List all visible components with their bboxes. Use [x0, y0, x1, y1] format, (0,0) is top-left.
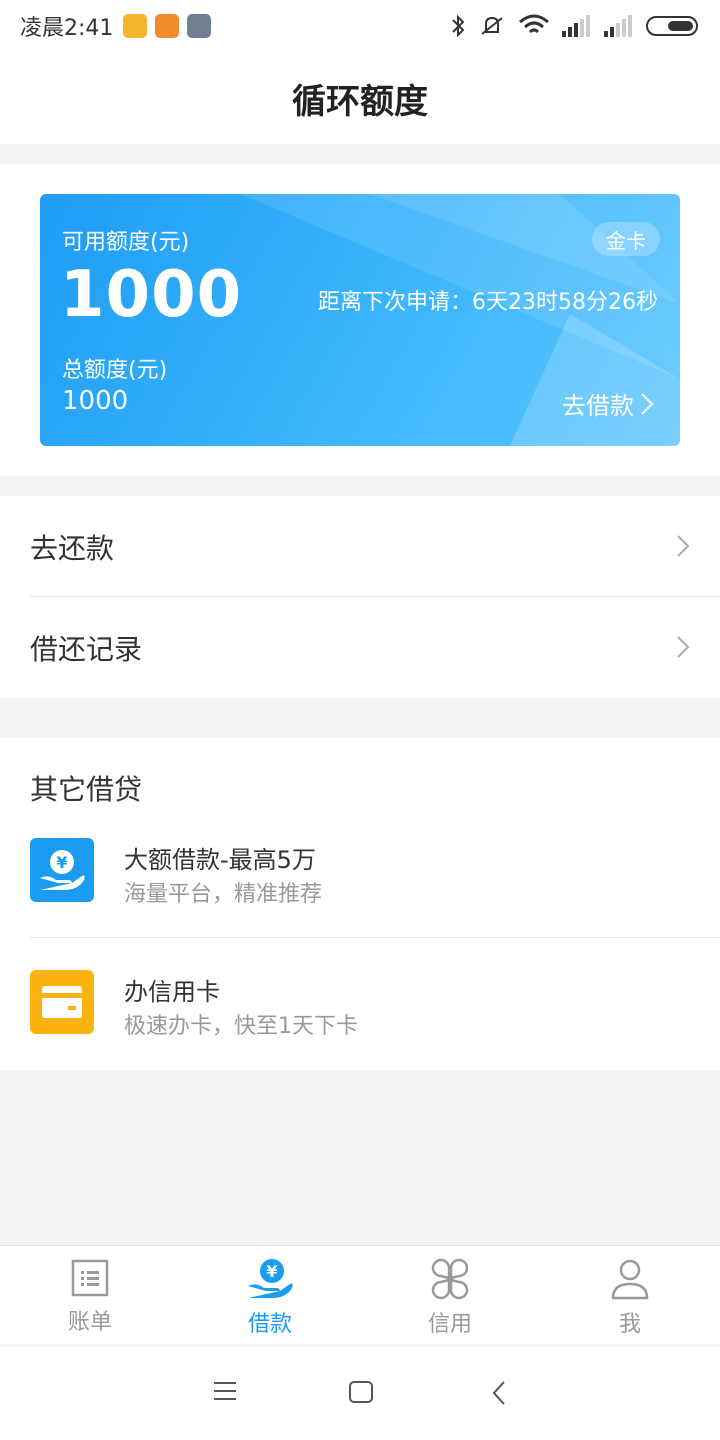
available-limit-amount: 1000: [60, 258, 243, 332]
total-limit-label: 总额度(元): [62, 358, 168, 383]
chevron-right-icon: [677, 636, 690, 658]
divider: [30, 937, 720, 938]
home-icon[interactable]: [348, 1380, 374, 1404]
mute-icon: [481, 16, 503, 35]
other-loans-section: 其它借贷 ¥ 大额借款-最高5万 海量平台，精准推荐 办信用卡 极速办卡，快至1…: [0, 738, 720, 1070]
loan-item-title: 办信用卡: [124, 978, 220, 1006]
tab-bill[interactable]: 账单: [0, 1246, 180, 1345]
bill-icon: [71, 1259, 109, 1297]
credit-grid-icon: [431, 1258, 469, 1300]
tab-me[interactable]: 我: [540, 1246, 720, 1345]
loan-item-credit-card[interactable]: 办信用卡 极速办卡，快至1天下卡: [30, 970, 720, 1070]
chevron-right-icon: [641, 392, 654, 415]
loan-item-subtitle: 海量平台，精准推荐: [124, 882, 323, 907]
menu-item-records[interactable]: 借还记录: [30, 597, 720, 698]
tab-credit[interactable]: 信用: [360, 1246, 540, 1345]
wifi-icon: [519, 14, 549, 34]
menu-list: 去还款 借还记录: [0, 496, 720, 698]
battery-icon: [646, 16, 698, 36]
app-notification-icon: [123, 14, 148, 38]
tab-label: 我: [618, 1312, 641, 1337]
title-bar: 循环额度: [0, 52, 720, 144]
svg-text:¥: ¥: [56, 853, 67, 872]
available-limit-label: 可用额度(元): [62, 230, 190, 255]
section-title: 其它借贷: [30, 773, 143, 806]
signal-icon: [562, 15, 590, 37]
tab-label: 借款: [247, 1312, 292, 1337]
page-title: 循环额度: [292, 81, 428, 122]
go-borrow-button[interactable]: 去借款: [562, 386, 654, 421]
loan-item-title: 大额借款-最高5万: [124, 846, 316, 874]
menu-item-label: 借还记录: [30, 632, 143, 666]
hand-yuan-icon: ¥: [30, 838, 94, 902]
status-time: 凌晨2:41: [20, 16, 114, 41]
tab-label: 信用: [427, 1312, 472, 1337]
signal-icon: [604, 15, 632, 37]
system-nav-bar: [0, 1345, 720, 1440]
loan-icon: ¥: [248, 1259, 293, 1298]
menu-item-label: 去还款: [30, 531, 115, 565]
bottom-tab-bar: 账单 ¥ 借款 信用 我: [0, 1245, 720, 1345]
back-icon[interactable]: [490, 1380, 508, 1406]
go-borrow-label: 去借款: [562, 392, 634, 420]
card-level-badge: 金卡: [592, 222, 660, 256]
menu-item-repay[interactable]: 去还款: [30, 496, 720, 597]
status-indicators: [450, 14, 700, 38]
loan-item-subtitle: 极速办卡，快至1天下卡: [124, 1014, 358, 1039]
uc-browser-icon: [155, 14, 180, 38]
tab-loan[interactable]: ¥ 借款: [180, 1246, 360, 1345]
bluetooth-icon: [452, 14, 465, 38]
svg-text:¥: ¥: [266, 1262, 277, 1281]
tab-label: 账单: [67, 1310, 112, 1335]
credit-card-icon: [30, 970, 94, 1034]
calendar-icon: [187, 14, 212, 38]
credit-card-section: 可用额度(元) 1000 金卡 距离下次申请：6天23时58分26秒 总额度(元…: [0, 164, 720, 476]
total-limit-amount: 1000: [62, 386, 129, 416]
loan-item-large[interactable]: ¥ 大额借款-最高5万 海量平台，精准推荐: [30, 838, 720, 938]
status-bar: 凌晨2:41: [0, 0, 720, 52]
chevron-right-icon: [677, 535, 690, 557]
credit-limit-card: 可用额度(元) 1000 金卡 距离下次申请：6天23时58分26秒 总额度(元…: [40, 194, 680, 446]
next-apply-countdown: 距离下次申请：6天23时58分26秒: [318, 290, 658, 315]
menu-icon[interactable]: [212, 1380, 238, 1402]
profile-icon: [611, 1259, 649, 1300]
